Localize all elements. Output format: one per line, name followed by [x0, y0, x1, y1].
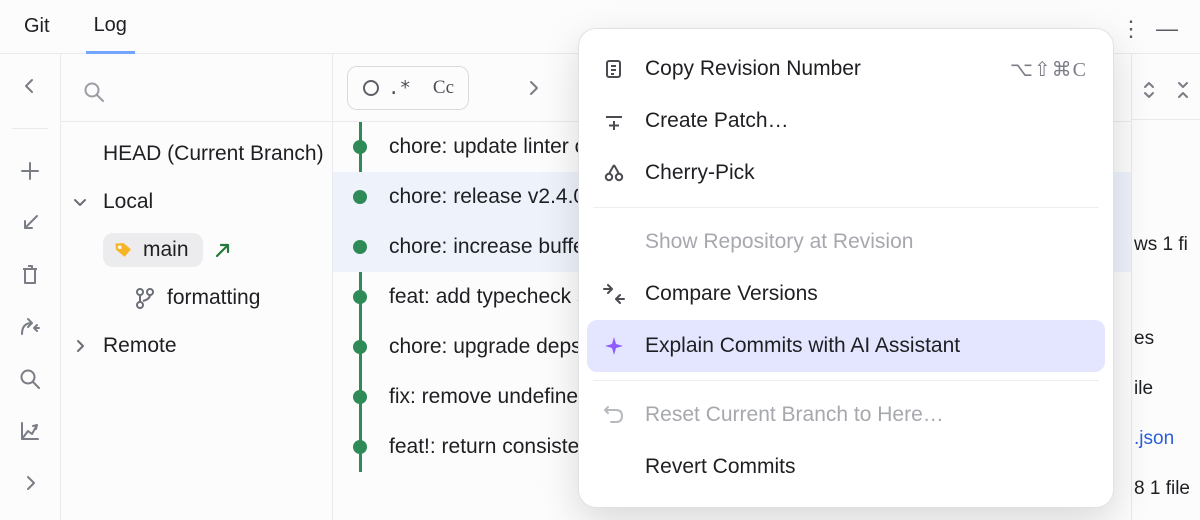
remote-group[interactable]: Remote: [61, 322, 332, 370]
commit-node-icon: [353, 440, 367, 454]
menu-label: Cherry-Pick: [645, 161, 1087, 185]
branch-search[interactable]: [61, 62, 332, 122]
copy-icon: [601, 56, 627, 82]
commit-node-icon: [353, 290, 367, 304]
chevron-right-icon[interactable]: [16, 469, 44, 497]
match-options[interactable]: .* Cc: [347, 66, 469, 110]
compare-icon: [601, 281, 627, 307]
head-row[interactable]: HEAD (Current Branch): [61, 130, 332, 178]
tab-label: Git: [24, 15, 50, 38]
menu-label: Compare Versions: [645, 282, 1087, 306]
tag-icon: [112, 239, 134, 261]
search-icon[interactable]: [16, 365, 44, 393]
minimize-icon[interactable]: —: [1156, 16, 1178, 42]
detail-fragment: ile: [1134, 378, 1153, 400]
cherry-icon: [601, 160, 627, 186]
branch-label: main: [143, 238, 189, 262]
menu-copy-revision[interactable]: Copy Revision Number ⌥⇧⌘C: [587, 43, 1105, 95]
branch-label: formatting: [167, 286, 260, 310]
remote-label: Remote: [103, 334, 177, 358]
regex-label: .*: [388, 77, 411, 99]
menu-separator: [593, 380, 1099, 381]
menu-label: Create Patch…: [645, 109, 1087, 133]
menu-create-patch[interactable]: Create Patch…: [587, 95, 1105, 147]
commit-message: chore: release v2.4.0: [389, 185, 585, 209]
outgoing-icon: [215, 242, 231, 258]
branch-main[interactable]: main: [61, 226, 332, 274]
context-menu: Copy Revision Number ⌥⇧⌘C Create Patch… …: [578, 28, 1114, 508]
menu-label: Show Repository at Revision: [645, 230, 1087, 254]
menu-explain-ai[interactable]: Explain Commits with AI Assistant: [587, 320, 1105, 372]
case-label: Cc: [433, 77, 454, 99]
menu-label: Explain Commits with AI Assistant: [645, 334, 1087, 358]
trash-icon[interactable]: [16, 261, 44, 289]
detail-fragment: es: [1134, 328, 1154, 350]
branches-panel: HEAD (Current Branch) Local main: [61, 54, 333, 520]
tab-label: Log: [94, 14, 127, 37]
patch-icon: [601, 108, 627, 134]
next-icon[interactable]: [513, 80, 553, 96]
plus-icon[interactable]: [16, 157, 44, 185]
local-label: Local: [103, 190, 153, 214]
menu-label: Revert Commits: [645, 455, 1087, 479]
commit-node-icon: [353, 340, 367, 354]
commit-node-icon: [353, 140, 367, 154]
head-label: HEAD (Current Branch): [103, 142, 324, 166]
window-controls: ⋮ —: [1120, 16, 1178, 42]
search-icon: [83, 81, 105, 103]
details-panel: ws 1 fi es ile .json 8 1 file: [1132, 54, 1200, 520]
undo-icon: [601, 402, 627, 428]
tab-git[interactable]: Git: [16, 0, 58, 54]
tab-log[interactable]: Log: [86, 0, 135, 54]
local-group[interactable]: Local: [61, 178, 332, 226]
collapse-icon[interactable]: [1174, 80, 1192, 100]
menu-reset-branch: Reset Current Branch to Here…: [587, 389, 1105, 441]
menu-shortcut: ⌥⇧⌘C: [1010, 57, 1087, 82]
sparkle-icon: [601, 333, 627, 359]
fetch-icon[interactable]: [16, 209, 44, 237]
menu-label: Copy Revision Number: [645, 57, 992, 81]
menu-label: Reset Current Branch to Here…: [645, 403, 1087, 427]
chevron-left-icon[interactable]: [16, 72, 44, 100]
detail-fragment: 8 1 file: [1134, 478, 1190, 500]
updown-icon[interactable]: [1140, 80, 1158, 100]
menu-show-repo: Show Repository at Revision: [587, 216, 1105, 268]
separator: [12, 128, 48, 129]
menu-cherry-pick[interactable]: Cherry-Pick: [587, 147, 1105, 199]
commit-message: chore: upgrade deps: [389, 335, 582, 359]
more-icon[interactable]: ⋮: [1120, 16, 1142, 42]
branch-icon: [135, 287, 155, 309]
menu-separator: [593, 207, 1099, 208]
menu-compare-versions[interactable]: Compare Versions: [587, 268, 1105, 320]
left-tool-rail: [0, 54, 61, 520]
commit-node-icon: [353, 390, 367, 404]
blank-icon: [601, 454, 627, 480]
chevron-down-icon: [73, 195, 97, 209]
detail-fragment[interactable]: .json: [1134, 428, 1174, 450]
graph-icon[interactable]: [16, 417, 44, 445]
detail-fragment: ws 1 fi: [1134, 234, 1188, 256]
commit-node-icon: [353, 240, 367, 254]
commit-node-icon: [353, 190, 367, 204]
word-match-icon: [362, 79, 380, 97]
menu-revert-commits[interactable]: Revert Commits: [587, 441, 1105, 493]
blank-icon: [601, 229, 627, 255]
pull-icon[interactable]: [16, 313, 44, 341]
branch-formatting[interactable]: formatting: [61, 274, 332, 322]
chevron-right-icon: [73, 339, 97, 353]
